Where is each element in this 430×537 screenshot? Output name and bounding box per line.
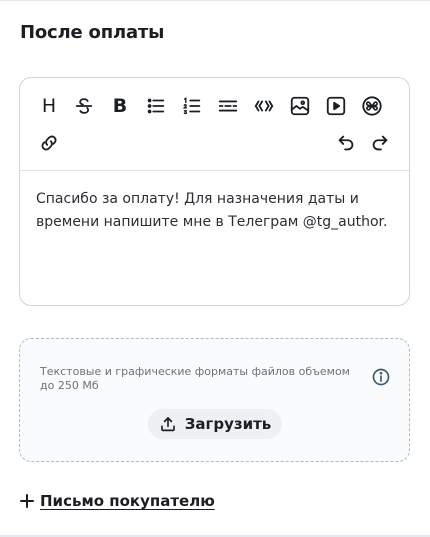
bold-icon: B xyxy=(112,94,128,117)
bullet-list-button[interactable] xyxy=(142,92,170,120)
redo-icon xyxy=(372,135,388,151)
bullet-list-icon xyxy=(147,98,165,114)
link-icon xyxy=(41,135,57,151)
video-icon xyxy=(326,96,346,116)
redo-button[interactable] xyxy=(366,129,394,157)
widget-button[interactable] xyxy=(358,92,386,120)
upload-icon xyxy=(160,417,175,432)
heading-button[interactable]: H xyxy=(35,92,63,120)
plus-icon xyxy=(20,494,34,508)
strikethrough-icon xyxy=(75,98,93,114)
quote-button[interactable] xyxy=(250,92,278,120)
bold-button[interactable]: B xyxy=(106,92,134,120)
add-buyer-letter-label: Письмо покупателю xyxy=(40,492,215,510)
undo-icon xyxy=(338,135,354,151)
top-divider xyxy=(0,0,430,1)
numbered-list-icon xyxy=(182,97,201,115)
divider-button[interactable] xyxy=(214,92,242,120)
file-dropzone[interactable]: Текстовые и графические форматы файлов о… xyxy=(19,338,410,462)
undo-button[interactable] xyxy=(332,129,360,157)
rich-text-editor: H B Спасибо за оплату! Для назначения да… xyxy=(19,77,410,306)
horizontal-rule-icon xyxy=(218,100,238,112)
editor-toolbar: H B xyxy=(20,78,409,171)
section-title: После оплаты xyxy=(20,22,165,43)
widget-icon xyxy=(362,96,382,116)
add-buyer-letter-button[interactable]: Письмо покупателю xyxy=(20,492,215,510)
upload-button[interactable]: Загрузить xyxy=(148,409,282,439)
quote-icon xyxy=(254,100,274,112)
editor-content[interactable]: Спасибо за оплату! Для назначения даты и… xyxy=(36,188,396,234)
upload-hint: Текстовые и графические форматы файлов о… xyxy=(40,365,350,392)
strikethrough-button[interactable] xyxy=(70,92,98,120)
link-button[interactable] xyxy=(35,129,63,157)
info-icon[interactable] xyxy=(371,367,391,387)
upload-button-label: Загрузить xyxy=(184,415,272,433)
video-button[interactable] xyxy=(322,92,350,120)
heading-icon: H xyxy=(41,94,57,117)
image-button[interactable] xyxy=(286,92,314,120)
numbered-list-button[interactable] xyxy=(178,92,206,120)
image-icon xyxy=(290,96,310,116)
